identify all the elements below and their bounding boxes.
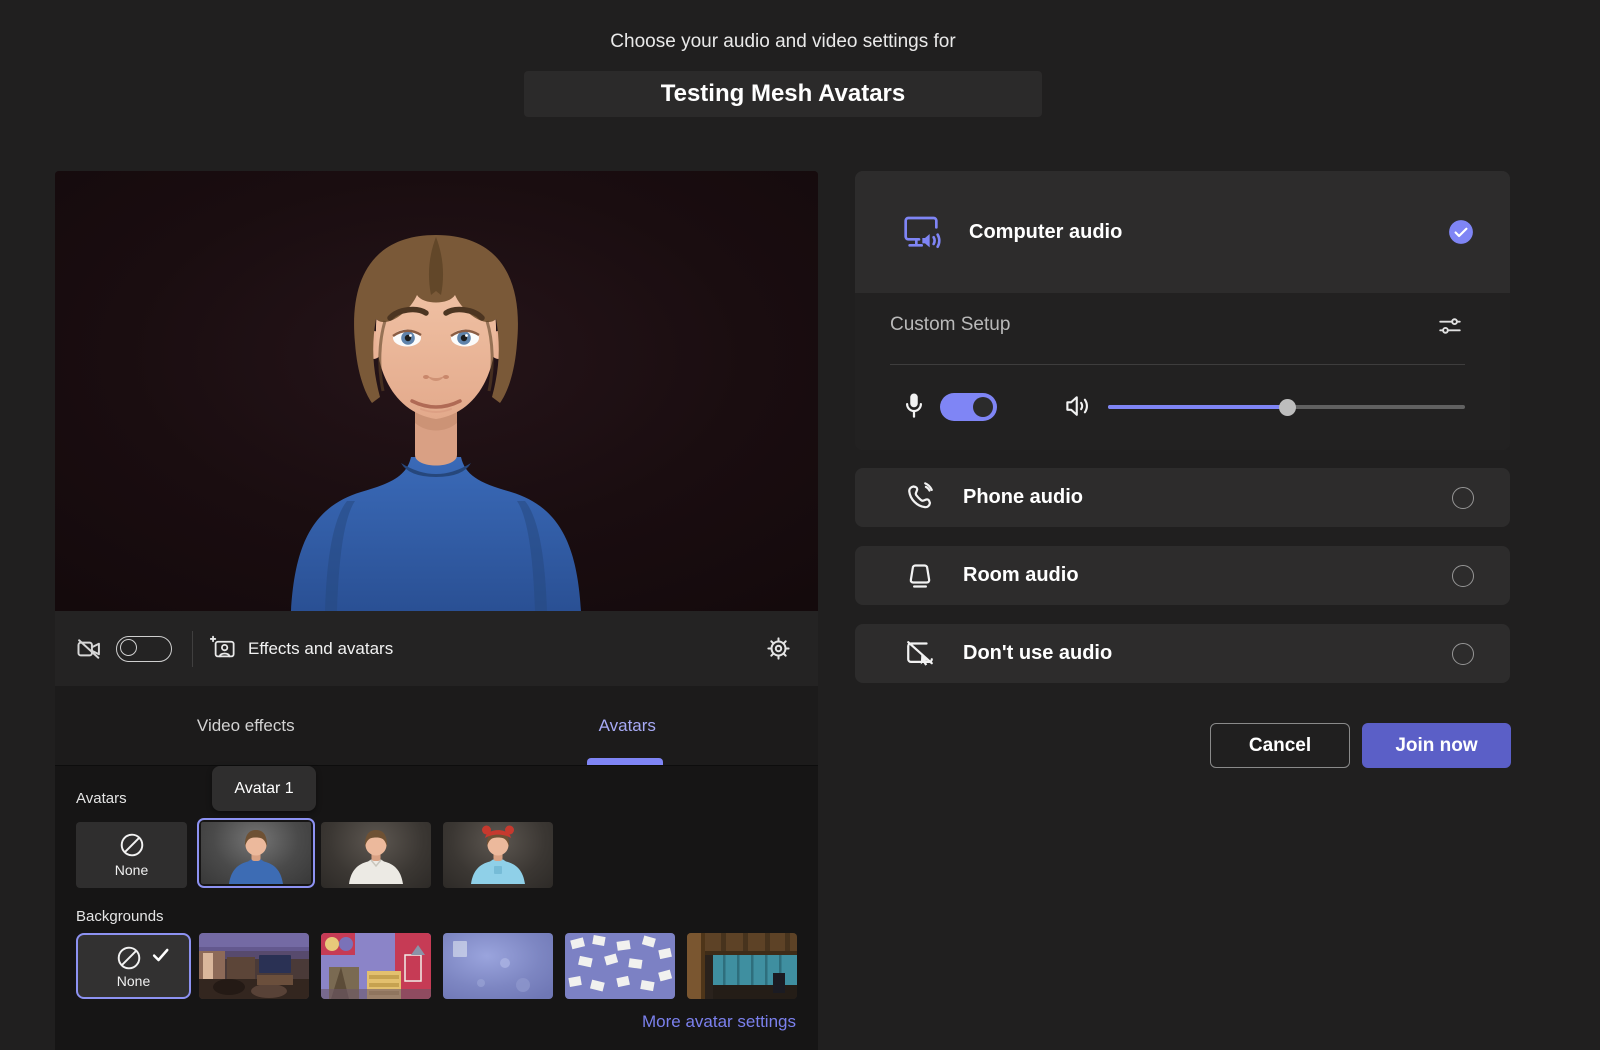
device-settings-gear-icon[interactable] — [765, 635, 792, 662]
meeting-title-box: Testing Mesh Avatars — [524, 71, 1042, 117]
cancel-button[interactable]: Cancel — [1210, 723, 1350, 768]
background-tile-industrial-room[interactable] — [687, 933, 797, 999]
avatars-panel: Avatars Avatar 1 None Backgrounds None M… — [55, 766, 818, 1050]
tab-video-effects[interactable]: Video effects — [55, 686, 437, 765]
camera-toggle-knob — [120, 639, 137, 656]
join-now-button[interactable]: Join now — [1362, 723, 1511, 768]
background-tile-paper-notes[interactable] — [565, 933, 675, 999]
effects-tabs: Video effects Avatars — [55, 686, 818, 766]
none-label: None — [116, 973, 151, 989]
avatar-preview-render — [55, 171, 818, 611]
selected-check-icon — [1449, 220, 1473, 244]
computer-audio-icon — [904, 216, 941, 248]
background-tile-none-selected[interactable]: None — [76, 933, 191, 999]
dont-use-audio-option[interactable]: Don't use audio — [855, 624, 1510, 683]
colorful-room-thumbnail — [321, 933, 431, 999]
computer-audio-option[interactable]: Computer audio — [855, 171, 1510, 293]
effects-and-avatars-icon — [210, 635, 235, 658]
dont-use-audio-label: Don't use audio — [963, 642, 1113, 664]
divider — [890, 364, 1465, 365]
avatar-tile-1-selected[interactable] — [197, 818, 315, 888]
computer-audio-label: Computer audio — [969, 220, 1123, 243]
effects-and-avatars-label[interactable]: Effects and avatars — [248, 639, 393, 659]
video-preview — [55, 171, 818, 611]
avatars-section-label: Avatars — [76, 790, 127, 807]
action-buttons: Cancel Join now — [855, 723, 1511, 768]
meeting-title: Testing Mesh Avatars — [660, 80, 906, 107]
blue-blur-thumbnail — [443, 933, 553, 999]
dont-use-audio-radio[interactable] — [1452, 642, 1474, 665]
preview-controls-bar: Effects and avatars — [55, 611, 818, 686]
settings-subtitle: Choose your audio and video settings for — [610, 31, 956, 52]
room-audio-option[interactable]: Room audio — [855, 546, 1510, 605]
camera-toggle[interactable] — [116, 635, 172, 662]
room-audio-radio[interactable] — [1452, 564, 1474, 587]
volume-slider[interactable] — [1108, 398, 1465, 416]
custom-setup-sliders-icon[interactable] — [1437, 313, 1463, 339]
none-prohibited-icon — [120, 833, 143, 857]
custom-setup-label: Custom Setup — [890, 314, 1011, 335]
pre-join-screen: Choose your audio and video settings for… — [0, 0, 1600, 1050]
background-tile-colorful-room[interactable] — [321, 933, 431, 999]
speaker-icon — [1066, 396, 1088, 416]
custom-setup-section: Custom Setup — [855, 293, 1510, 450]
phone-audio-option[interactable]: Phone audio — [855, 468, 1510, 527]
avatar-1-thumbnail — [229, 830, 283, 884]
phone-audio-radio[interactable] — [1452, 486, 1474, 509]
more-avatar-settings-link[interactable]: More avatar settings — [642, 1012, 796, 1032]
phone-audio-label: Phone audio — [963, 486, 1083, 508]
no-audio-icon — [907, 640, 933, 666]
avatar-tile-3[interactable] — [443, 822, 553, 888]
avatar-tile-none[interactable]: None — [76, 822, 187, 888]
divider — [192, 630, 193, 667]
avatar-2-thumbnail — [349, 830, 403, 884]
volume-slider-knob[interactable] — [1278, 398, 1296, 416]
volume-slider-fill — [1108, 405, 1287, 409]
room-audio-label: Room audio — [963, 564, 1079, 586]
avatar-tile-2[interactable] — [321, 822, 431, 888]
microphone-toggle-knob — [973, 397, 993, 417]
phone-audio-icon — [908, 481, 933, 508]
background-tile-living-room[interactable] — [199, 933, 309, 999]
avatar-tooltip: Avatar 1 — [212, 766, 316, 811]
computer-audio-card: Computer audio Custom Setup — [855, 171, 1510, 450]
paper-notes-thumbnail — [565, 933, 675, 999]
tab-avatars[interactable]: Avatars — [437, 686, 819, 765]
industrial-room-thumbnail — [687, 933, 797, 999]
living-room-thumbnail — [199, 933, 309, 999]
microphone-toggle[interactable] — [940, 393, 997, 421]
avatar-3-thumbnail — [471, 825, 525, 884]
backgrounds-section-label: Backgrounds — [76, 908, 164, 925]
microphone-icon — [906, 393, 922, 418]
none-label: None — [114, 862, 149, 878]
background-tile-blue-blur[interactable] — [443, 933, 553, 999]
active-tab-underline — [587, 758, 663, 765]
camera-off-icon — [77, 638, 100, 659]
room-audio-icon — [909, 563, 931, 588]
video-settings-column: Effects and avatars Video effects Avatar… — [55, 171, 818, 1050]
selected-check-icon — [152, 948, 169, 962]
none-prohibited-icon — [117, 946, 141, 970]
